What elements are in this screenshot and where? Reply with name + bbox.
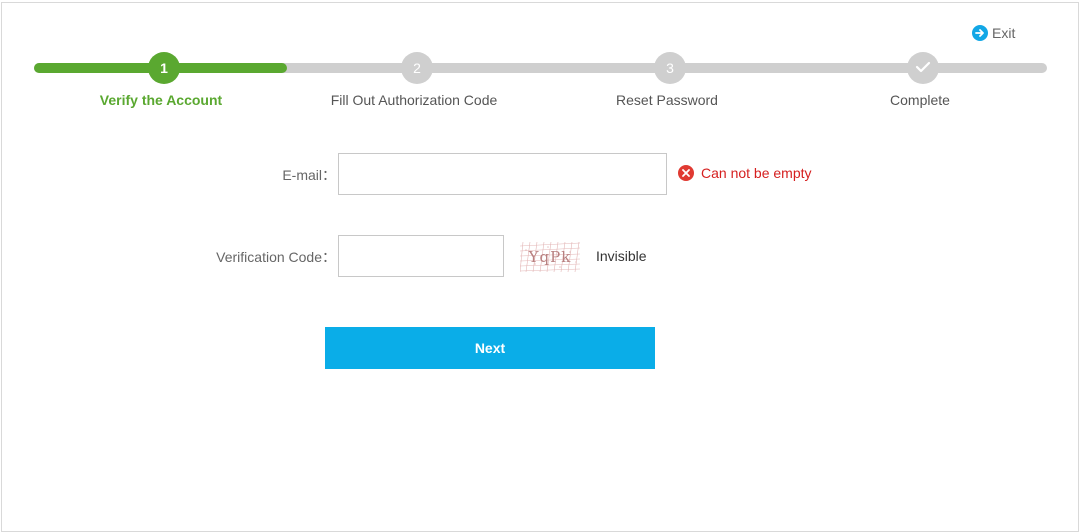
arrow-right-circle-icon — [972, 25, 988, 41]
step-2-number: 2 — [413, 60, 421, 76]
captcha-image[interactable]: YqPk — [520, 242, 580, 272]
step-3-circle: 3 — [654, 52, 686, 84]
exit-label: Exit — [992, 25, 1016, 41]
step-4-label: Complete — [890, 92, 950, 108]
step-3-label: Reset Password — [616, 92, 718, 108]
close-circle-icon — [678, 165, 694, 181]
verification-code-field[interactable] — [338, 235, 504, 277]
next-button[interactable]: Next — [325, 327, 655, 369]
refresh-captcha-link[interactable]: Invisible — [596, 248, 647, 264]
email-field[interactable] — [338, 153, 667, 195]
captcha-text: YqPk — [528, 248, 572, 266]
step-1-number: 1 — [160, 60, 168, 76]
email-label: E-mail： — [282, 167, 336, 183]
step-4-circle — [907, 52, 939, 84]
step-1-circle: 1 — [148, 52, 180, 84]
step-1-label: Verify the Account — [99, 92, 223, 108]
exit-link[interactable]: Exit — [972, 25, 1015, 41]
step-2-label: Fill Out Authorization Code — [330, 92, 498, 108]
checkmark-icon — [915, 60, 931, 77]
verification-code-label: Verification Code： — [216, 249, 336, 265]
step-2-circle: 2 — [401, 52, 433, 84]
email-error-text: Can not be empty — [701, 165, 812, 181]
email-error: Can not be empty — [678, 165, 812, 181]
step-3-number: 3 — [666, 60, 674, 76]
